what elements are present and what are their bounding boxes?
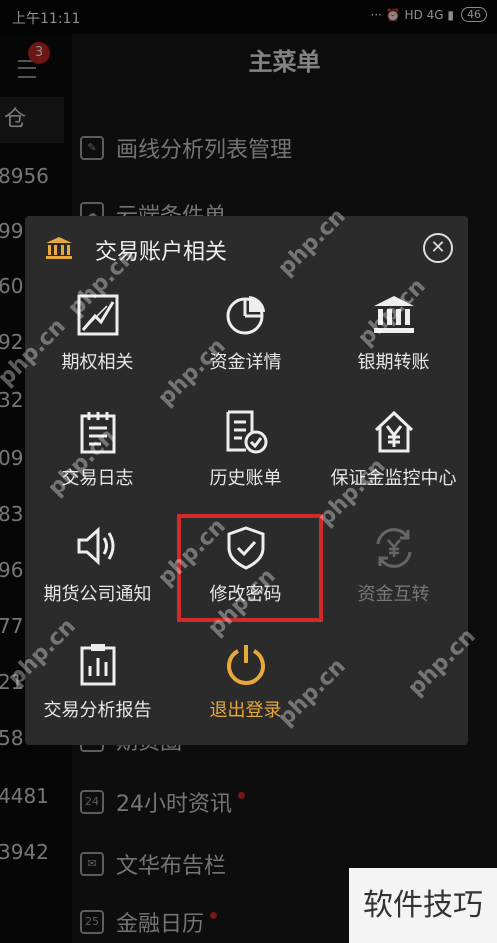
item-label: 历史账单	[209, 468, 282, 489]
bank-icon	[45, 236, 73, 264]
yen-house-icon	[372, 410, 416, 458]
report-icon	[79, 642, 117, 690]
item-label: 银期转账	[357, 352, 430, 373]
power-icon	[224, 642, 268, 690]
bill-check-icon	[224, 410, 268, 458]
close-icon[interactable]: ✕	[423, 233, 453, 263]
corner-watermark: 软件技巧	[349, 868, 497, 943]
item-label: 期货公司通知	[43, 584, 152, 605]
item-label: 交易分析报告	[43, 700, 152, 721]
item-logout[interactable]: 退出登录	[173, 628, 318, 744]
pie-chart-icon	[225, 294, 267, 340]
yen-exchange-icon	[372, 526, 416, 574]
dialog-header: 交易账户相关 ✕	[25, 216, 468, 280]
item-label: 资金互转	[357, 584, 430, 605]
item-company-notice[interactable]: 期货公司通知	[25, 512, 170, 628]
speaker-icon	[76, 526, 120, 570]
item-history-bill[interactable]: 历史账单	[173, 396, 318, 512]
item-fund-exchange: 资金互转	[321, 512, 466, 628]
